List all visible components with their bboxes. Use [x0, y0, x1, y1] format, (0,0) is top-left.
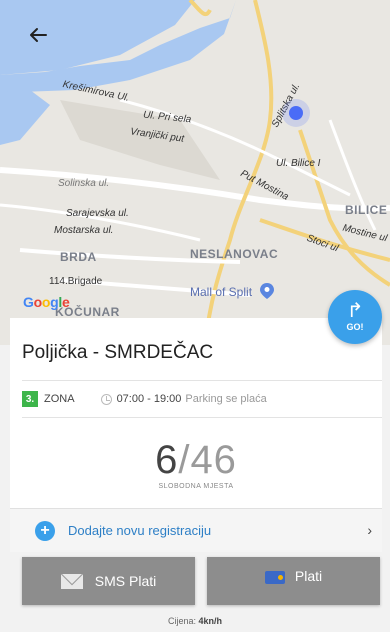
google-logo: Google: [23, 294, 70, 310]
divider: [22, 417, 382, 418]
sms-pay-label: SMS Plati: [94, 573, 157, 589]
map-street-label: Mostarska ul.: [54, 225, 114, 236]
parking-title: Poljička - SMRDEČAC: [22, 342, 214, 363]
price-info: Cijena: 4kn/h: [0, 616, 390, 626]
wallet-icon: [264, 570, 285, 584]
chevron-right-icon: ›: [367, 522, 372, 538]
plus-icon: +: [35, 520, 55, 541]
map-area-label: NESLANOVAC: [190, 247, 279, 261]
divider: [22, 380, 382, 381]
go-navigation-button[interactable]: ↱ GO!: [328, 290, 382, 344]
map-street-label: Solinska ul.: [58, 178, 110, 189]
pay-button[interactable]: Plati: [207, 557, 380, 605]
sms-pay-button[interactable]: SMS Plati: [22, 557, 195, 605]
turn-right-icon: ↱: [346, 300, 364, 322]
add-registration-row[interactable]: + Dodajte novu registraciju ›: [10, 508, 382, 552]
price-label: Cijena:: [167, 616, 196, 626]
current-location-icon: [289, 106, 303, 120]
zone-info-row: 3. ZONA 07:00 - 19:00 Parking se plaća: [22, 390, 382, 408]
working-hours: 07:00 - 19:00: [116, 393, 182, 405]
free-spots-caption: SLOBODNA MJESTA: [158, 483, 234, 490]
back-button[interactable]: [26, 24, 52, 46]
parking-note: Parking se plaća: [185, 393, 267, 405]
map-street-label: 114.Brigade: [49, 276, 103, 287]
map-poi-label: Mall of Split: [190, 285, 253, 299]
total-spots-value: 46: [190, 438, 237, 482]
free-spots-counter: 6/46: [155, 438, 237, 482]
map-area-label: BILICE: [345, 203, 388, 217]
back-arrow-icon: [30, 28, 47, 42]
zone-badge: 3.: [22, 391, 38, 407]
price-value: 4kn/h: [198, 616, 223, 626]
zone-label: ZONA: [44, 393, 75, 405]
clock-icon: [100, 393, 112, 405]
map-street-label: Ul. Bilice I: [276, 158, 321, 169]
pay-label: Plati: [294, 568, 323, 584]
envelope-icon: [60, 573, 83, 589]
map-area-label: BRDA: [60, 250, 97, 264]
map-pin-icon[interactable]: [260, 283, 274, 299]
parking-info-card: Poljička - SMRDEČAC 3. ZONA 07:00 - 19:0…: [10, 318, 382, 508]
free-spots-value: 6: [155, 438, 179, 482]
add-registration-label: Dodajte novu registraciju: [68, 523, 212, 538]
map-street-label: Sarajevska ul.: [66, 208, 129, 219]
map-view[interactable]: Krešimirova Ul. Ul. Pri sela Vranjički p…: [0, 0, 390, 345]
